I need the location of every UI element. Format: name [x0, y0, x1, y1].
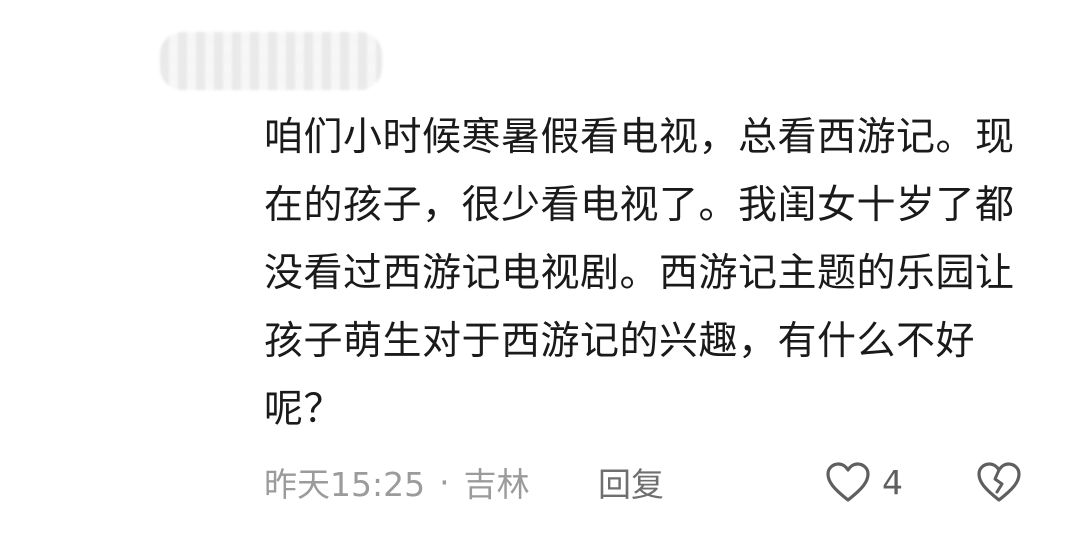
dislike-button[interactable] [974, 456, 1024, 508]
username-redacted [160, 32, 382, 90]
comment-text: 咱们小时候寒暑假看电视，总看西游记。现在的孩子，很少看电视了。我闺女十岁了都没看… [264, 115, 1015, 432]
comment-item: 咱们小时候寒暑假看电视，总看西游记。现在的孩子，很少看电视了。我闺女十岁了都没看… [0, 0, 1079, 545]
comment-meta: 昨天15:25 · 吉林 [264, 456, 530, 508]
heart-outline-icon [824, 460, 872, 504]
broken-heart-icon [975, 460, 1023, 504]
comment-location: 吉林 [463, 465, 530, 504]
reply-label: 回复 [598, 465, 664, 504]
like-count: 4 [882, 462, 903, 502]
like-button[interactable]: 4 [824, 456, 903, 508]
meta-separator: · [439, 462, 450, 502]
comment-timestamp: 昨天15:25 [264, 465, 426, 504]
reply-button[interactable]: 回复 [598, 456, 664, 508]
